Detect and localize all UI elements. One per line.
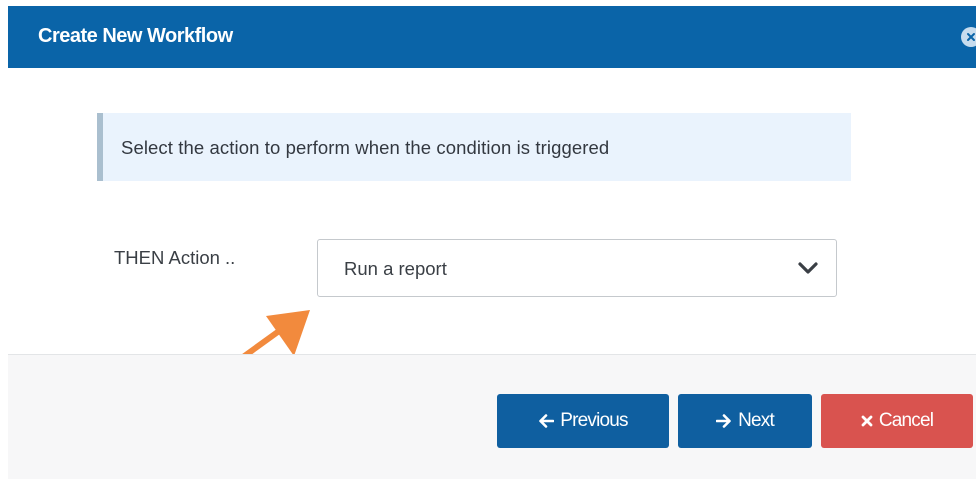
action-select-value: Run a report <box>344 258 447 279</box>
screen: Create New Workflow Select the action to… <box>0 0 976 479</box>
dialog-header: Create New Workflow <box>8 6 976 68</box>
create-workflow-dialog: Create New Workflow Select the action to… <box>8 6 976 479</box>
chevron-down-icon[interactable] <box>796 260 820 276</box>
info-text: Select the action to perform when the co… <box>121 137 610 158</box>
previous-button[interactable]: Previous <box>497 394 669 448</box>
action-label: THEN Action .. <box>114 247 236 268</box>
dialog-footer: Previous Next Cancel <box>8 354 976 479</box>
arrow-right-icon <box>715 414 732 428</box>
info-callout: Select the action to perform when the co… <box>97 113 851 181</box>
previous-button-label: Previous <box>560 410 628 431</box>
cancel-button[interactable]: Cancel <box>821 394 973 448</box>
action-select[interactable]: Run a report <box>317 239 837 297</box>
x-icon <box>861 415 873 427</box>
cancel-button-label: Cancel <box>878 410 934 431</box>
close-icon[interactable] <box>961 27 976 47</box>
arrow-left-icon <box>538 414 555 428</box>
dialog-title: Create New Workflow <box>38 25 233 47</box>
next-button[interactable]: Next <box>678 394 812 448</box>
next-button-label: Next <box>738 410 775 431</box>
